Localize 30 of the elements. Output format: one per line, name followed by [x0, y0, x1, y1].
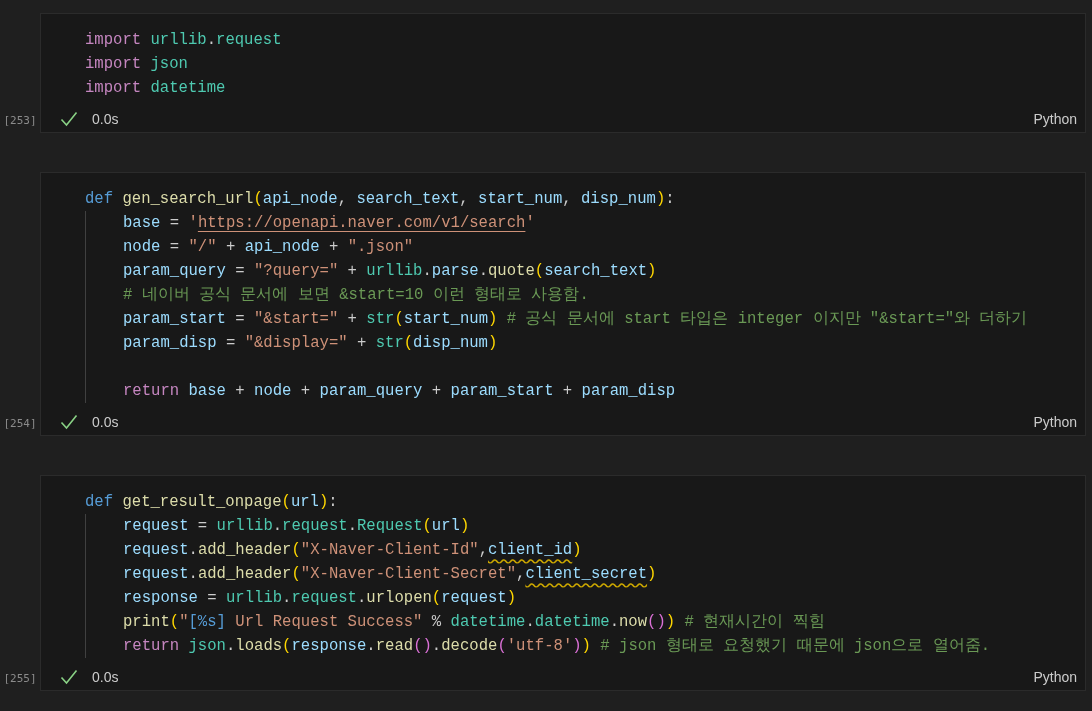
- code-comment: # 네이버 공식 문서에 보면 &start=10 이런 형태로 사용함.: [123, 285, 589, 306]
- code-line: request.add_header("X-Naver-Client-Secret",client_secret): [123, 564, 657, 585]
- language-label[interactable]: Python: [1033, 414, 1077, 430]
- code-line: def gen_search_url(api_node, search_text, start_num, disp_num):: [85, 189, 675, 210]
- code-line: param_query = "?query=" + urllib.parse.quote(search_text): [123, 261, 657, 282]
- execution-count: [255]: [3, 672, 37, 685]
- execution-time: 0.0s: [92, 414, 119, 430]
- code-line: param_start = "&start=" + str(start_num) # 공식 문서에 start 타입은 integer 이지만 "&start="와 더하기: [123, 309, 1028, 330]
- code-line: return base + node + param_query + param_start + param_disp: [123, 381, 676, 402]
- code-line: return json.loads(response.read().decode('utf-8')) # json 형태로 요청했기 때문에 json으로 열어줌.: [123, 636, 991, 657]
- language-label[interactable]: Python: [1033, 111, 1077, 127]
- notebook-cell[interactable]: [40, 475, 1086, 691]
- execution-time: 0.0s: [92, 669, 119, 685]
- code-line: import datetime: [85, 78, 226, 99]
- code-line: import urllib.request: [85, 30, 282, 51]
- code-line: response = urllib.request.urlopen(request): [123, 588, 517, 609]
- code-line: print("[%s] Url Request Success" % datetime.datetime.now()) # 현재시간이 찍힘: [123, 612, 825, 633]
- code-line: def get_result_onpage(url):: [85, 492, 338, 513]
- code-line: base = 'https://openapi.naver.com/v1/search': [123, 213, 535, 234]
- execution-count: [253]: [3, 114, 37, 127]
- notebook-cell[interactable]: [40, 172, 1086, 436]
- code-line: import json: [85, 54, 188, 75]
- code-line: request.add_header("X-Naver-Client-Id",client_id): [123, 540, 582, 561]
- code-line: request = urllib.request.Request(url): [123, 516, 470, 537]
- code-line: node = "/" + api_node + ".json": [123, 237, 414, 258]
- language-label[interactable]: Python: [1033, 669, 1077, 685]
- code-line: param_disp = "&display=" + str(disp_num): [123, 333, 498, 354]
- execution-time: 0.0s: [92, 111, 119, 127]
- notebook-cell[interactable]: import urllib.request import json import datetime 0.0s Python: [40, 13, 1086, 133]
- execution-count: [254]: [3, 417, 37, 430]
